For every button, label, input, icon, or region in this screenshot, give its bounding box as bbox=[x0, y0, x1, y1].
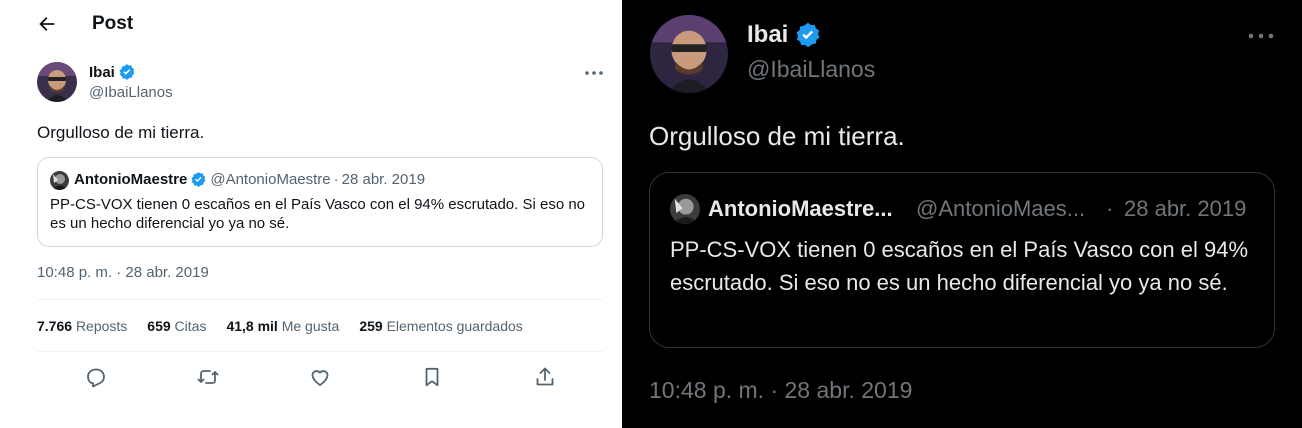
share-icon[interactable] bbox=[533, 365, 557, 389]
quoted-tweet[interactable]: AntonioMaestre... @AntonioMaes... · 28 a… bbox=[649, 172, 1275, 348]
stat-label: Reposts bbox=[75, 318, 128, 334]
quote-avatar bbox=[670, 194, 700, 224]
like-icon[interactable] bbox=[308, 365, 332, 389]
stat-value: 659 bbox=[147, 318, 171, 334]
tweet-text: Orgulloso de mi tierra. bbox=[649, 121, 905, 151]
dark-tweet-panel: Ibai @IbaiLlanos Orgulloso de mi tierra.… bbox=[622, 0, 1302, 428]
light-tweet-panel: Post Ibai @IbaiLlanos Orgulloso de mi ti… bbox=[0, 0, 620, 428]
stat-label: Me gusta bbox=[281, 318, 340, 334]
quote-author-handle: @AntonioMaestre bbox=[210, 171, 331, 188]
post-header: Post bbox=[0, 0, 620, 50]
stat-value: 7.766 bbox=[37, 318, 73, 334]
arrow-left-icon[interactable] bbox=[36, 13, 58, 35]
author-handle[interactable]: @IbaiLlanos bbox=[89, 84, 173, 101]
verified-badge-icon bbox=[796, 22, 820, 48]
author-handle[interactable]: @IbaiLlanos bbox=[747, 56, 875, 83]
verified-badge-icon bbox=[119, 64, 135, 80]
page-title: Post bbox=[92, 13, 134, 34]
divider bbox=[37, 299, 603, 300]
stat-value: 259 bbox=[359, 318, 383, 334]
tweet-text: Orgulloso de mi tierra. bbox=[37, 123, 205, 142]
reply-icon[interactable] bbox=[84, 365, 108, 389]
stat-value: 41,8 mil bbox=[226, 318, 278, 334]
stat-label: Citas bbox=[174, 318, 207, 334]
stat-quotes[interactable]: 659 Citas bbox=[147, 318, 206, 334]
avatar[interactable] bbox=[37, 62, 77, 102]
stat-label: Elementos guardados bbox=[386, 318, 523, 334]
avatar[interactable] bbox=[650, 15, 728, 93]
tweet-timestamp[interactable]: 10:48 p. m. · 28 abr. 2019 bbox=[37, 264, 209, 281]
more-options-icon[interactable] bbox=[583, 64, 605, 82]
quote-author-name: AntonioMaestre... bbox=[708, 196, 893, 221]
quoted-tweet[interactable]: AntonioMaestre @AntonioMaestre · 28 abr.… bbox=[37, 157, 603, 247]
stat-likes[interactable]: 41,8 mil Me gusta bbox=[226, 318, 339, 334]
quote-text: PP-CS-VOX tienen 0 escaños en el País Va… bbox=[50, 196, 586, 232]
quote-avatar bbox=[50, 171, 69, 190]
author-name[interactable]: Ibai bbox=[89, 64, 115, 81]
quote-text: PP-CS-VOX tienen 0 escaños en el País Va… bbox=[670, 237, 1249, 295]
quote-separator: · bbox=[333, 171, 339, 188]
bookmark-icon[interactable] bbox=[420, 365, 444, 389]
quote-date: 28 abr. 2019 bbox=[1124, 196, 1247, 221]
engagement-stats: 7.766 Reposts 659 Citas 41,8 mil Me gust… bbox=[37, 318, 543, 334]
quote-date: 28 abr. 2019 bbox=[341, 171, 426, 188]
repost-icon[interactable] bbox=[196, 365, 220, 389]
quote-author-handle: @AntonioMaes... bbox=[916, 196, 1086, 221]
more-options-icon[interactable] bbox=[1246, 27, 1276, 45]
stat-bookmarks[interactable]: 259 Elementos guardados bbox=[359, 318, 522, 334]
author-name[interactable]: Ibai bbox=[747, 21, 788, 49]
quote-author-name: AntonioMaestre bbox=[74, 171, 188, 188]
quote-separator: · bbox=[1106, 196, 1114, 221]
divider bbox=[37, 351, 603, 352]
tweet-timestamp[interactable]: 10:48 p. m. · 28 abr. 2019 bbox=[649, 377, 912, 404]
stat-reposts[interactable]: 7.766 Reposts bbox=[37, 318, 127, 334]
verified-badge-icon bbox=[191, 172, 206, 187]
